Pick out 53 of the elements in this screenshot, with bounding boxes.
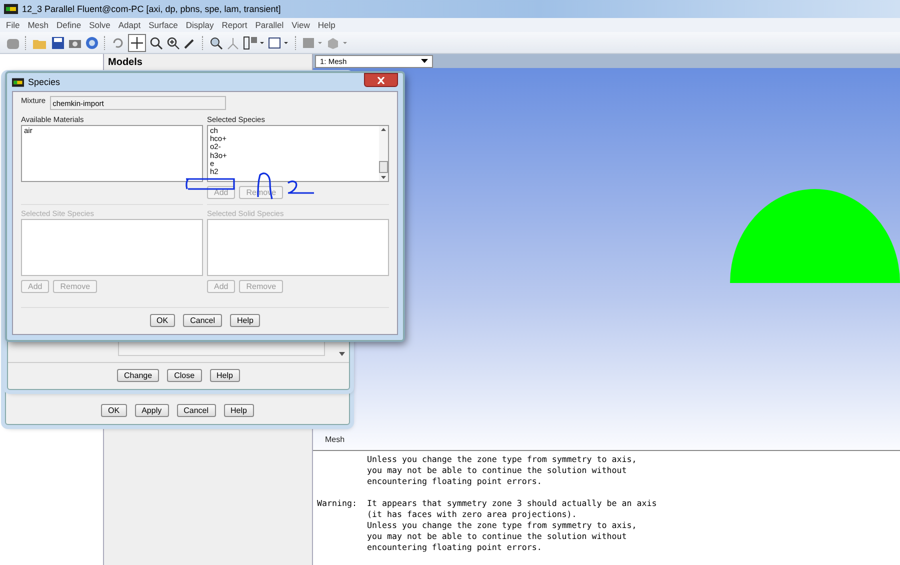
dialog-button[interactable]: Help (230, 314, 260, 327)
dialog-button[interactable]: Apply (134, 404, 169, 417)
window-icon[interactable] (268, 36, 290, 50)
menu-item[interactable]: Help (318, 20, 336, 30)
menu-item[interactable]: Solve (89, 20, 110, 30)
layout-icon[interactable] (243, 36, 265, 50)
console-line: encountering floating point errors. (367, 542, 543, 553)
dialog-button[interactable]: Close (167, 369, 202, 382)
console-line: Unless you change the zone type from symmetry to axis, (367, 520, 638, 531)
menu-item[interactable]: Define (56, 20, 82, 30)
graphics-label: Mesh (325, 435, 345, 444)
square-icon[interactable] (302, 36, 324, 50)
dialog-button[interactable]: Cancel (183, 314, 222, 327)
scroll-down-icon[interactable] (339, 352, 345, 356)
scroll-up-icon[interactable] (381, 128, 386, 131)
zoom-in-icon[interactable] (166, 36, 180, 50)
rotate-icon[interactable] (111, 36, 125, 50)
console-line: It appears that symmetry zone 3 should actually be an axis (367, 498, 657, 509)
app-icon (4, 4, 18, 14)
window-title: 12_3 Parallel Fluent@com-PC [axi, dp, pbns, spe, lam, transient] (22, 4, 281, 14)
dialog-title: Species (28, 77, 60, 87)
dialog-button[interactable]: Change (117, 369, 160, 382)
scroll-down-icon[interactable] (381, 176, 386, 179)
console-line: Unless you change the zone type from symmetry to axis, (367, 454, 637, 465)
dropdown-caret-icon (421, 59, 428, 63)
dialog-button[interactable]: Cancel (176, 404, 216, 417)
console-line: (it has faces with zero area projections). (367, 509, 578, 520)
save-icon[interactable] (51, 36, 65, 50)
scrollbar[interactable] (379, 126, 388, 181)
dialog-button[interactable]: Help (210, 369, 240, 382)
dialog-button[interactable]: Help (224, 404, 254, 417)
menu-item[interactable]: Adapt (118, 20, 141, 30)
dialog-button[interactable]: OK (150, 314, 176, 327)
console-line: you may not be able to continue the solution without (367, 465, 628, 476)
close-button[interactable] (364, 73, 398, 87)
menu-item[interactable]: Surface (148, 20, 178, 30)
menu-item[interactable]: Display (186, 20, 214, 30)
pan-icon[interactable] (128, 34, 146, 52)
dialog-button[interactable]: OK (101, 404, 127, 417)
menu-item[interactable]: Report (222, 20, 248, 30)
menu-item[interactable]: Parallel (255, 20, 284, 30)
zoom-fit-icon[interactable] (209, 36, 223, 50)
menu-item[interactable]: Mesh (28, 20, 48, 30)
help-icon[interactable] (85, 36, 99, 50)
close-icon (377, 76, 385, 84)
menu-item[interactable]: View (292, 20, 310, 30)
menu-item[interactable]: File (6, 20, 20, 30)
zoom-icon[interactable] (149, 36, 163, 50)
task-page-title: Models (108, 57, 142, 68)
console-label: Warning: (317, 498, 357, 508)
console-line: encountering floating point errors. (367, 476, 543, 487)
console-line: you may not be able to continue the solution without (367, 531, 628, 542)
app-icon (12, 78, 24, 86)
